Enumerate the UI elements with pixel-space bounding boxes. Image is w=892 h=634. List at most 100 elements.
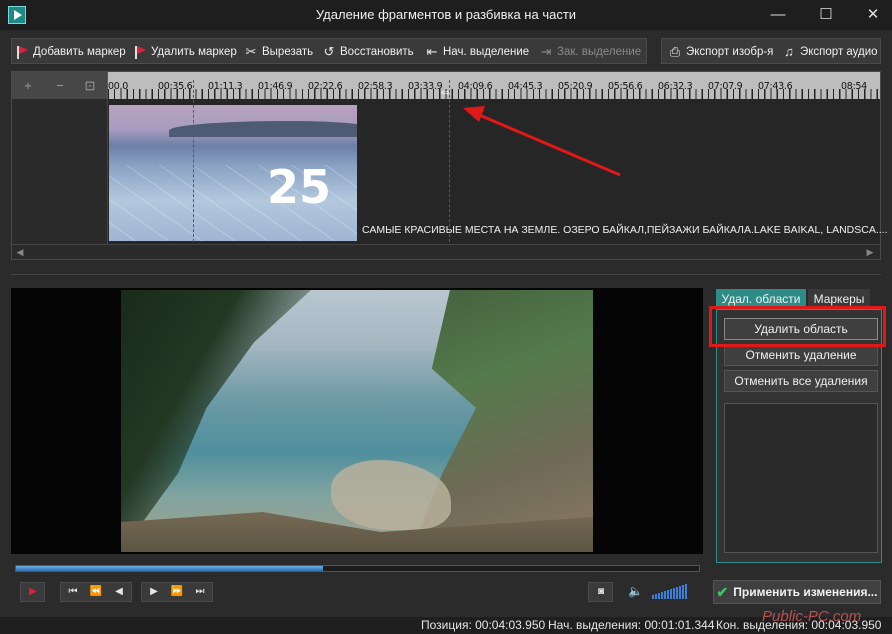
undo-all-deletes-button[interactable]: Отменить все удаления: [724, 370, 878, 392]
cut-button[interactable]: ✂ Вырезать: [244, 41, 314, 63]
export-audio-label: Экспорт аудио: [800, 46, 878, 58]
speaker-icon[interactable]: 🔈: [628, 584, 643, 598]
delete-regions-panel: Удалить область Отменить удаление Отмени…: [716, 309, 882, 563]
ruler-tick-label: 01:11.3: [208, 81, 243, 92]
timeline-scrollbar[interactable]: ◀ ▶: [12, 244, 880, 259]
annotation-arrow: [463, 106, 621, 177]
zoom-out-icon[interactable]: −: [52, 78, 68, 94]
volume-bar: [655, 594, 657, 599]
selection-end-line[interactable]: [449, 80, 450, 242]
toolbar: Добавить маркер Удалить маркер ✂ Вырезат…: [0, 38, 892, 66]
playback-progress[interactable]: [15, 565, 700, 572]
minimize-button[interactable]: —: [761, 3, 795, 27]
clip-title: САМЫЕ КРАСИВЫЕ МЕСТА НА ЗЕМЛЕ. ОЗЕРО БАЙ…: [362, 224, 888, 236]
video-preview[interactable]: [11, 288, 703, 554]
go-to-start-icon[interactable]: ⏮: [62, 583, 84, 601]
start-selection-label: Нач. выделение: [443, 46, 530, 58]
ruler-tick-label: 05:20.9: [558, 81, 593, 92]
flag-remove-icon: [133, 45, 147, 59]
clip-thumbnail[interactable]: 25: [109, 105, 357, 241]
ruler-tick-label: 07:07.9: [708, 81, 743, 92]
fit-zoom-icon[interactable]: ⊡: [82, 78, 98, 94]
status-position: Позиция: 00:04:03.950: [421, 618, 546, 632]
camera-icon[interactable]: ◙: [590, 583, 612, 601]
play-marker-icon[interactable]: ▶: [22, 583, 44, 601]
zoom-in-icon[interactable]: +: [20, 78, 36, 94]
ruler-tick-label: 04:09.6: [458, 81, 493, 92]
deleted-regions-list[interactable]: [724, 403, 878, 553]
ruler-tick-label: 05:56.6: [608, 81, 643, 92]
add-marker-button[interactable]: Добавить маркер: [15, 41, 126, 63]
step-back-icon[interactable]: ◀: [108, 583, 130, 601]
start-selection-button[interactable]: ⇤ Нач. выделение: [425, 41, 530, 63]
playback-progress-fill: [16, 566, 324, 571]
close-button[interactable]: ✕: [856, 3, 890, 27]
scissors-icon: ✂: [245, 44, 257, 59]
video-frame: [121, 290, 593, 552]
ruler-tick-label: 07:43.6: [758, 81, 793, 92]
volume-bar: [679, 586, 681, 599]
volume-bar: [670, 589, 672, 599]
volume-bar: [667, 590, 669, 599]
status-bar: Позиция: 00:04:03.950 Нач. выделения: 00…: [0, 617, 892, 634]
divider: [11, 274, 881, 275]
ruler-tick-label: 01:46.9: [258, 81, 293, 92]
go-to-end-icon[interactable]: ⏭: [189, 583, 211, 601]
selection-start-line[interactable]: [193, 80, 194, 242]
timeline-ruler[interactable]: 00.0 00:35.6 01:11.3 01:46.9 02:22.6 02:58.3 0…: [108, 72, 880, 99]
ruler-tick-label: 00.0: [108, 81, 128, 92]
end-selection-button[interactable]: ⇥ Зак. выделение: [539, 41, 642, 63]
title-bar: Удаление фрагментов и разбивка на части …: [0, 0, 892, 30]
camera-export-icon: ⎙: [669, 44, 681, 59]
export-image-label: Экспорт изобр-я: [686, 46, 774, 58]
volume-bar: [673, 588, 675, 599]
volume-slider[interactable]: [652, 583, 692, 599]
end-selection-label: Зак. выделение: [557, 46, 642, 58]
fast-forward-icon[interactable]: ⏩: [166, 583, 188, 601]
restore-label: Восстановить: [340, 46, 414, 58]
scroll-right-icon[interactable]: ▶: [864, 246, 876, 258]
rewind-group: ⏮ ⏪ ◀: [60, 582, 132, 602]
ruler-tick-label: 00:35.6: [158, 81, 193, 92]
restore-button[interactable]: ↺ Восстановить: [322, 41, 414, 63]
status-selection-start: Нач. выделения: 00:01:01.344: [548, 618, 715, 632]
add-marker-label: Добавить маркер: [33, 46, 126, 58]
volume-bar: [661, 592, 663, 599]
volume-bar: [682, 585, 684, 599]
maximize-button[interactable]: ☐: [809, 3, 843, 27]
volume-bar: [664, 591, 666, 599]
checkmark-icon: [717, 584, 729, 601]
end-selection-icon: ⇥: [540, 44, 552, 59]
timeline-tools: + − ⊡: [12, 72, 108, 99]
restore-icon: ↺: [323, 44, 335, 59]
flag-icon: [15, 45, 29, 59]
rewind-icon[interactable]: ⏪: [85, 583, 107, 601]
remove-marker-button[interactable]: Удалить маркер: [133, 41, 237, 63]
audio-export-icon: ♫: [784, 44, 794, 59]
mark-group: ▶: [20, 582, 45, 602]
export-image-button[interactable]: ⎙ Экспорт изобр-я: [668, 41, 774, 63]
scroll-left-icon[interactable]: ◀: [14, 246, 26, 258]
ruler-tick-label: 02:58.3: [358, 81, 393, 92]
export-toolbar-group: ⎙ Экспорт изобр-я ♫ Экспорт аудио: [661, 38, 881, 64]
apply-changes-label: Применить изменения...: [733, 585, 878, 599]
snapshot-group: ◙: [588, 582, 613, 602]
timeline-panel: + − ⊡ 00.0 00:35.6 01:11.3 01:46.9 02:22.6 02…: [11, 71, 888, 260]
edit-toolbar-group: Добавить маркер Удалить маркер ✂ Вырезат…: [11, 38, 647, 64]
volume-bar: [658, 593, 660, 599]
watermark: Public-PC.com: [762, 608, 862, 625]
export-audio-button[interactable]: ♫ Экспорт аудио: [782, 41, 878, 63]
undo-delete-button[interactable]: Отменить удаление: [724, 344, 878, 366]
ruler-tick-label: 04:45.3: [508, 81, 543, 92]
ruler-tick-label: 06:32.3: [658, 81, 693, 92]
volume-bar: [652, 595, 654, 599]
ruler-tick-label: 02:22.6: [308, 81, 343, 92]
thumbnail-number: 25: [267, 160, 332, 214]
annotation-highlight-box: [709, 306, 886, 347]
play-icon[interactable]: ▶: [143, 583, 165, 601]
remove-marker-label: Удалить маркер: [151, 46, 237, 58]
start-selection-icon: ⇤: [426, 44, 438, 59]
forward-group: ▶ ⏩ ⏭: [141, 582, 213, 602]
apply-changes-button[interactable]: Применить изменения...: [713, 580, 881, 604]
resize-handle-icon[interactable]: ⇔: [433, 84, 457, 98]
